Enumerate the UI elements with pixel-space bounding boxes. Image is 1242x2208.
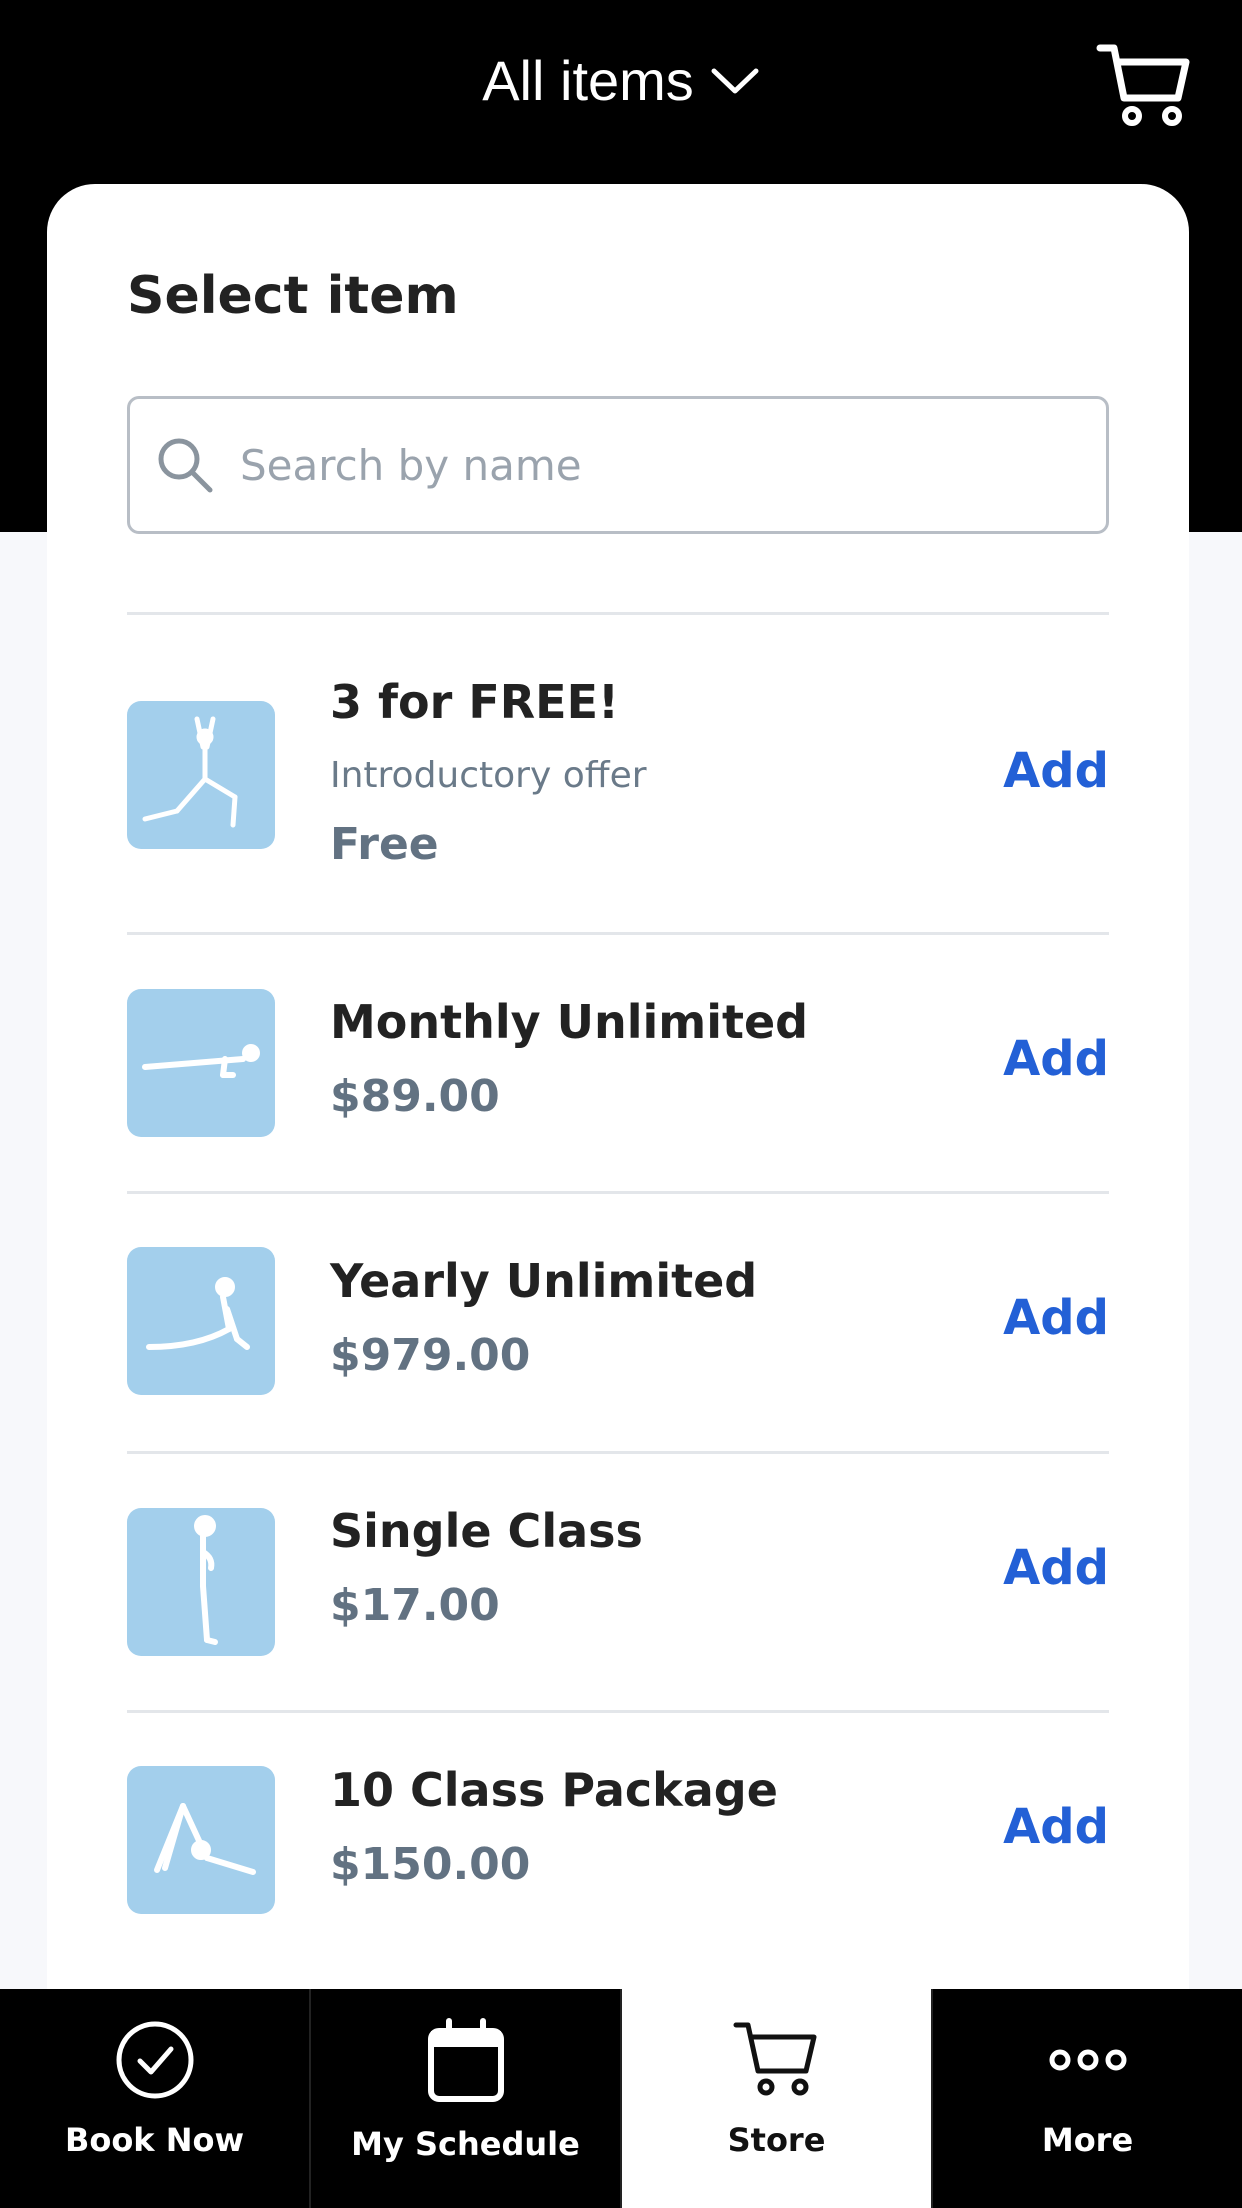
item-image — [127, 701, 275, 849]
check-circle-icon — [116, 2021, 193, 2099]
search-icon — [158, 438, 213, 493]
item-name: 3 for FREE! — [330, 675, 620, 729]
category-dropdown-label: All items — [482, 49, 694, 112]
tab-more[interactable]: More — [931, 1989, 1242, 2208]
list-item[interactable]: 3 for FREE! Introductory offer Free Add — [127, 615, 1109, 933]
select-item-card: Select item 3 for F — [47, 184, 1189, 2024]
item-image — [127, 1247, 275, 1395]
item-price: $17.00 — [330, 1580, 500, 1631]
yoga-downward-dog-icon — [154, 1803, 256, 1875]
add-button[interactable]: Add — [1003, 1799, 1109, 1855]
add-button[interactable]: Add — [1003, 743, 1109, 799]
item-name: Single Class — [330, 1504, 643, 1558]
item-image — [127, 989, 275, 1137]
category-dropdown[interactable]: All items — [0, 48, 1242, 113]
add-button[interactable]: Add — [1003, 1290, 1109, 1346]
cart-icon — [733, 2022, 816, 2096]
yoga-standing-icon — [194, 1515, 218, 1645]
item-price: $150.00 — [330, 1839, 531, 1890]
list-item[interactable]: 10 Class Package $150.00 Add — [127, 1713, 1109, 1969]
list-item[interactable]: Single Class $17.00 Add — [127, 1454, 1109, 1710]
tab-store[interactable]: Store — [620, 1989, 931, 2208]
item-subtitle: Introductory offer — [330, 755, 647, 796]
calendar-icon — [427, 2018, 504, 2102]
tab-label: More — [1041, 2121, 1134, 2159]
tab-my-schedule[interactable]: My Schedule — [309, 1989, 620, 2208]
list-item[interactable]: Monthly Unlimited $89.00 Add — [127, 935, 1109, 1191]
yoga-cobra-icon — [146, 1277, 250, 1350]
search-input[interactable] — [240, 440, 1060, 490]
add-button[interactable]: Add — [1003, 1031, 1109, 1087]
app-header: All items — [0, 0, 1242, 170]
item-image — [127, 1508, 275, 1656]
bottom-tab-bar: Book Now My Schedule Store More — [0, 1989, 1242, 2208]
card-title: Select item — [127, 266, 459, 326]
more-dots-icon — [1049, 2049, 1126, 2071]
tab-label: Book Now — [64, 2121, 245, 2159]
tab-label: My Schedule — [351, 2125, 580, 2163]
yoga-plank-icon — [142, 1044, 260, 1078]
chevron-down-icon — [711, 68, 759, 93]
cart-icon[interactable] — [1096, 40, 1192, 128]
add-button[interactable]: Add — [1003, 1540, 1109, 1596]
item-image — [127, 1766, 275, 1914]
tab-label: Store — [727, 2121, 826, 2159]
tab-book-now[interactable]: Book Now — [0, 1989, 309, 2208]
list-item[interactable]: Yearly Unlimited $979.00 Add — [127, 1194, 1109, 1451]
yoga-lunge-icon — [142, 716, 238, 828]
item-name: Yearly Unlimited — [330, 1254, 758, 1308]
item-name: 10 Class Package — [330, 1763, 778, 1817]
item-price: Free — [330, 819, 439, 870]
search-box[interactable] — [127, 396, 1109, 534]
item-price: $979.00 — [330, 1330, 531, 1381]
item-name: Monthly Unlimited — [330, 995, 809, 1049]
item-price: $89.00 — [330, 1071, 500, 1122]
